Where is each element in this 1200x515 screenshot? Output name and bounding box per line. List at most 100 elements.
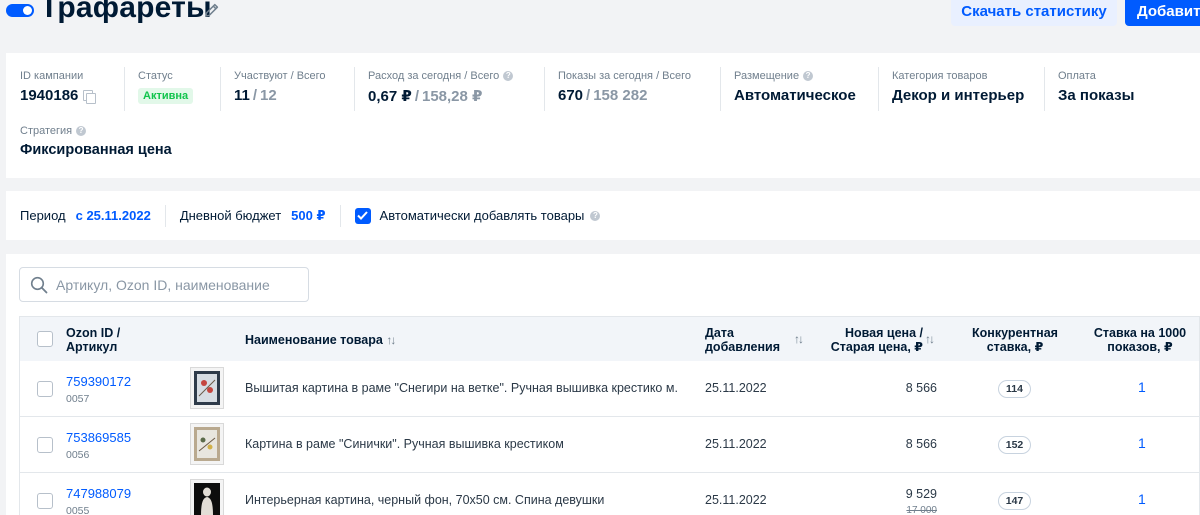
col-competitive-line1: Конкурентная xyxy=(972,326,1058,340)
competitive-bid-badge: 114 xyxy=(998,380,1031,398)
competitive-bid-badge: 147 xyxy=(998,492,1031,510)
divider xyxy=(164,204,166,227)
table-row: 747988079 0055 Интерьерная картина, черн… xyxy=(19,473,1200,515)
article: 0056 xyxy=(66,449,90,461)
status-label: Статус xyxy=(138,70,173,82)
help-icon[interactable]: ? xyxy=(590,210,601,221)
ozon-id-link[interactable]: 747988079 xyxy=(66,486,131,501)
table-row: 753869585 0056 Картина в раме "Синички".… xyxy=(19,417,1200,473)
strategy-label: Стратегия xyxy=(20,125,73,137)
checkmark-icon xyxy=(357,211,368,220)
col-competitive-line2: ставка, ₽ xyxy=(986,340,1044,354)
old-price: 17 000 xyxy=(906,505,937,515)
col-product-name-label: Наименование товара xyxy=(245,333,383,347)
views-total: 158 282 xyxy=(593,87,648,104)
campaign-toggle[interactable] xyxy=(6,4,34,17)
campaign-info-card: ID кампании 1940186 Статус Активна Участ… xyxy=(6,53,1200,178)
sort-icon[interactable]: ↑↓ xyxy=(925,332,935,346)
strategy-block: Стратегия? Фиксированная цена xyxy=(20,125,172,158)
campaign-id-block: ID кампании 1940186 xyxy=(20,70,97,104)
date-added: 25.11.2022 xyxy=(705,437,767,451)
divider xyxy=(354,67,355,111)
payment-block: Оплата За показы xyxy=(1058,70,1134,104)
status-block: Статус Активна xyxy=(138,70,194,104)
col-price-line1: Новая цена / xyxy=(845,326,923,340)
participants-label: Участвуют / Всего xyxy=(234,70,326,82)
participants-block: Участвуют / Всего 11/12 xyxy=(234,70,326,104)
product-name: Вышитая картина в раме "Снегири на ветке… xyxy=(245,381,678,395)
status-badge: Активна xyxy=(138,88,194,104)
bid-value[interactable]: 1 xyxy=(1138,491,1146,507)
new-price: 8 566 xyxy=(905,381,937,395)
page-title: Трафареты xyxy=(40,0,212,24)
period-label: Период xyxy=(20,208,66,223)
separator-slash: / xyxy=(586,87,591,104)
sort-icon[interactable]: ↑↓ xyxy=(386,333,396,347)
search-input[interactable] xyxy=(56,276,296,293)
article: 0055 xyxy=(66,505,90,515)
col-product-name[interactable]: Наименование товара ↑↓ xyxy=(245,333,396,347)
copy-icon[interactable] xyxy=(83,89,97,104)
product-thumbnail xyxy=(190,367,224,409)
product-name: Картина в раме "Синички". Ручная вышивка… xyxy=(245,437,564,451)
help-icon[interactable]: ? xyxy=(803,71,814,81)
row-checkbox[interactable] xyxy=(37,493,53,509)
separator-slash: / xyxy=(252,87,258,104)
period-card: Период с 25.11.2022 Дневной бюджет 500 ₽… xyxy=(6,191,1200,240)
product-thumbnail xyxy=(190,479,224,515)
col-price[interactable]: Новая цена / Старая цена, ₽ xyxy=(828,326,923,354)
select-all-checkbox[interactable] xyxy=(37,331,53,347)
bid-value[interactable]: 1 xyxy=(1138,435,1146,451)
table-row: 759390172 0057 Вышитая картина в раме "С… xyxy=(19,361,1200,417)
payment-label: Оплата xyxy=(1058,70,1096,82)
edit-pencil-icon[interactable] xyxy=(203,1,221,19)
row-checkbox[interactable] xyxy=(37,437,53,453)
strategy-value: Фиксированная цена xyxy=(20,142,172,158)
help-icon[interactable]: ? xyxy=(503,71,514,81)
placement-label: Размещение xyxy=(734,70,800,82)
search-icon xyxy=(30,276,48,293)
spend-today: 0,67 ₽ xyxy=(368,88,412,105)
search-box[interactable] xyxy=(19,267,309,302)
col-bid-line2: показов, ₽ xyxy=(1107,340,1173,354)
download-stats-button[interactable]: Скачать статистику xyxy=(951,0,1117,26)
col-bid-line1: Ставка на 1000 xyxy=(1093,326,1187,340)
col-ozon-id-line2: Артикул xyxy=(66,340,118,354)
views-block: Показы за сегодня / Всего 670/158 282 xyxy=(558,70,691,104)
product-name: Интерьерная картина, черный фон, 70х50 с… xyxy=(245,493,605,507)
campaign-id-value: 1940186 xyxy=(20,87,79,104)
col-ozon-id-line1: Ozon ID / xyxy=(66,326,121,340)
divider xyxy=(878,67,879,111)
divider xyxy=(339,204,341,227)
product-thumbnail xyxy=(190,423,224,465)
date-added: 25.11.2022 xyxy=(705,493,767,507)
row-checkbox[interactable] xyxy=(37,381,53,397)
ozon-id-link[interactable]: 753869585 xyxy=(66,430,131,445)
col-ozon-id[interactable]: Ozon ID / Артикул xyxy=(66,326,120,354)
spend-block: Расход за сегодня / Всего? 0,67 ₽/158,28… xyxy=(368,70,514,105)
col-date-line1: Дата xyxy=(705,326,734,340)
bid-value[interactable]: 1 xyxy=(1138,379,1146,395)
payment-value: За показы xyxy=(1058,87,1135,104)
category-block: Категория товаров Декор и интерьер xyxy=(892,70,1024,104)
help-icon[interactable]: ? xyxy=(76,126,87,136)
views-today: 670 xyxy=(558,87,584,104)
col-date-line2: добавления xyxy=(705,340,781,354)
ozon-id-link[interactable]: 759390172 xyxy=(66,374,131,389)
participants-now: 11 xyxy=(234,87,250,104)
divider xyxy=(544,67,545,111)
category-value: Декор и интерьер xyxy=(892,87,1025,104)
sort-icon[interactable]: ↑↓ xyxy=(794,332,804,346)
budget-label: Дневной бюджет xyxy=(179,208,282,223)
col-bid: Ставка на 1000 показов, ₽ xyxy=(1085,326,1195,354)
budget-link[interactable]: 500 ₽ xyxy=(291,208,325,224)
placement-block: Размещение? Автоматическое xyxy=(734,70,856,104)
divider xyxy=(220,67,221,111)
col-price-line2: Старая цена, ₽ xyxy=(830,340,923,354)
col-date[interactable]: Дата добавления xyxy=(705,326,780,354)
spend-total: 158,28 ₽ xyxy=(421,88,483,105)
divider xyxy=(124,67,125,111)
auto-add-checkbox[interactable] xyxy=(354,207,371,224)
add-button[interactable]: Добавить xyxy=(1125,0,1200,26)
period-link[interactable]: с 25.11.2022 xyxy=(76,208,151,223)
